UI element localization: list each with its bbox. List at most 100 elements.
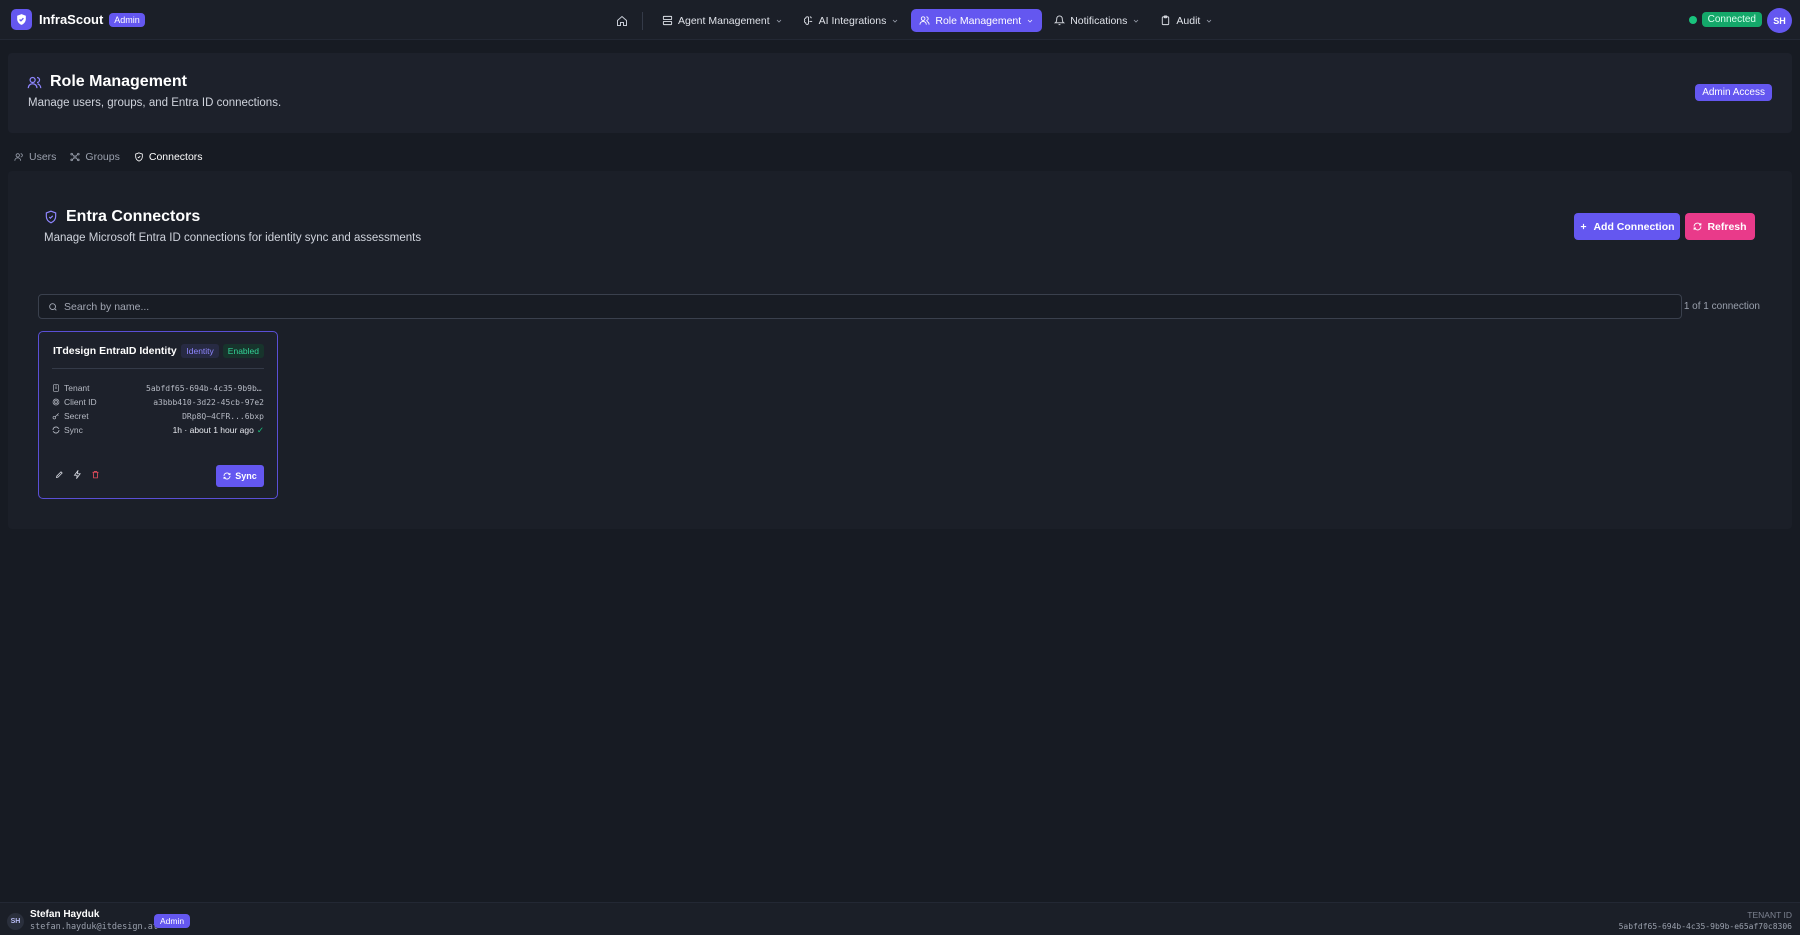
nav-label: Notifications [1070, 14, 1128, 27]
nav-ai-integrations[interactable]: AI Integrations [795, 9, 908, 32]
page-subtitle: Manage users, groups, and Entra ID conne… [28, 97, 282, 109]
sync-icon [52, 426, 60, 434]
shield-check-icon [134, 152, 144, 162]
client-id-value: a3bbb410-3d22-45cb-97e2 [153, 397, 264, 407]
tab-connectors[interactable]: Connectors [134, 151, 203, 163]
admin-access-badge: Admin Access [1695, 84, 1772, 101]
admin-role-badge: Admin [109, 12, 145, 27]
tab-users[interactable]: Users [14, 151, 56, 163]
section-title: Entra Connectors [66, 208, 201, 225]
chevron-down-icon [1026, 17, 1034, 25]
nav-label: Agent Management [678, 14, 770, 27]
nav-divider [642, 11, 643, 30]
tenant-id-value: 5abfdf65-694b-4c35-9b9b-e65af70c8306 [1618, 922, 1792, 931]
search-bar[interactable] [38, 294, 1682, 319]
page-title: Role Management [50, 73, 187, 90]
page-header: Role Management Manage users, groups, an… [8, 53, 1792, 133]
add-connection-button[interactable]: Add Connection [1574, 213, 1680, 240]
detail-row-secret: Secret DRp8Q~4CFR...6bxp [52, 409, 264, 423]
sync-icon [223, 472, 231, 480]
connector-card[interactable]: ITdesign EntraID Identity Identity Enabl… [38, 331, 278, 499]
network-icon [70, 152, 81, 162]
type-badge: Identity [181, 344, 219, 358]
detail-label-group: Secret [52, 411, 89, 421]
tab-label: Groups [85, 151, 120, 163]
page-title-row: Role Management [27, 73, 187, 91]
footer-user-email: stefan.hayduk@itdesign.at [30, 922, 158, 932]
tab-label: Users [29, 151, 57, 163]
refresh-label: Refresh [1707, 220, 1747, 233]
brand[interactable]: InfraScout Admin [11, 9, 145, 30]
tenant-id-label: TENANT ID [1747, 910, 1792, 920]
sync-button[interactable]: Sync [216, 465, 264, 487]
key-icon [52, 412, 60, 420]
connector-badges: Identity Enabled [181, 344, 264, 358]
detail-label-group: Tenant [52, 383, 90, 393]
refresh-button[interactable]: Refresh [1685, 213, 1755, 240]
main-nav: Agent Management AI Integrations Role Ma… [612, 9, 1225, 32]
nav-notifications[interactable]: Notifications [1046, 9, 1148, 32]
chevron-down-icon [1205, 17, 1213, 25]
connector-name: ITdesign EntraID Identity [53, 345, 177, 357]
connection-count: 1 of 1 connection [1683, 301, 1760, 312]
chevron-down-icon [775, 17, 783, 25]
detail-label: Secret [64, 411, 89, 421]
connected-badge: Connected [1701, 12, 1762, 27]
plus-icon [1579, 222, 1588, 231]
detail-row-tenant: Tenant 5abfdf65-694b-4c35-9b9b-e65af70c8… [52, 381, 264, 395]
card-actions [55, 470, 100, 479]
detail-label-group: Sync [52, 425, 83, 435]
top-navbar: InfraScout Admin Agent Management AI Int… [0, 0, 1800, 40]
sync-value: 1h · about 1 hour ago [172, 425, 254, 435]
search-icon [48, 302, 58, 312]
status-badge: Enabled [222, 344, 264, 358]
add-connection-label: Add Connection [1593, 220, 1675, 233]
tab-groups[interactable]: Groups [70, 151, 120, 163]
section-title-row: Entra Connectors [44, 208, 200, 226]
refresh-icon [1693, 222, 1702, 231]
test-lightning-icon[interactable] [73, 470, 82, 479]
connector-details: Tenant 5abfdf65-694b-4c35-9b9b-e65af70c8… [52, 381, 264, 437]
detail-label-group: Client ID [52, 397, 97, 407]
sync-value-group: 1h · about 1 hour ago ✓ [173, 425, 264, 436]
secret-value: DRp8Q~4CFR...6bxp [182, 411, 264, 421]
tab-label: Connectors [148, 151, 203, 163]
nav-audit[interactable]: Audit [1152, 9, 1221, 32]
search-input[interactable] [64, 300, 1564, 313]
shield-logo-icon [11, 9, 32, 30]
clipboard-icon [1160, 15, 1171, 26]
chevron-down-icon [891, 17, 899, 25]
detail-row-sync: Sync 1h · about 1 hour ago ✓ [52, 423, 264, 437]
section-subtitle: Manage Microsoft Entra ID connections fo… [44, 232, 422, 244]
user-avatar[interactable]: SH [1767, 8, 1792, 33]
home-icon[interactable] [612, 11, 632, 31]
nav-role-management[interactable]: Role Management [911, 9, 1043, 32]
footer-avatar[interactable]: SH [7, 913, 24, 930]
users-icon [14, 152, 24, 162]
detail-label: Client ID [64, 397, 97, 407]
role-tabs: Users Groups Connectors [14, 151, 203, 163]
footer-bar: SH Stefan Hayduk stefan.hayduk@itdesign.… [0, 902, 1800, 935]
check-icon: ✓ [256, 424, 264, 435]
connection-status: Connected [1688, 12, 1762, 27]
app-name: InfraScout [39, 12, 104, 27]
delete-trash-icon[interactable] [91, 470, 100, 479]
sync-label: Sync [235, 471, 257, 481]
detail-label: Tenant [64, 383, 90, 393]
footer-role-badge: Admin [154, 914, 191, 928]
nav-label: Role Management [935, 14, 1022, 27]
nav-label: Audit [1176, 14, 1201, 27]
tenant-value: 5abfdf65-694b-4c35-9b9b-e65af70c8306 [146, 383, 264, 393]
shield-check-icon [44, 210, 58, 224]
chevron-down-icon [1132, 17, 1140, 25]
status-dot-icon [1688, 15, 1697, 24]
users-icon [27, 75, 42, 90]
fingerprint-icon [52, 398, 60, 406]
bell-icon [1054, 15, 1066, 26]
detail-label: Sync [64, 425, 83, 435]
card-divider [52, 368, 264, 369]
brain-icon [803, 15, 814, 26]
nav-agent-management[interactable]: Agent Management [654, 9, 791, 32]
nav-label: AI Integrations [818, 14, 887, 27]
edit-pencil-icon[interactable] [55, 470, 64, 479]
